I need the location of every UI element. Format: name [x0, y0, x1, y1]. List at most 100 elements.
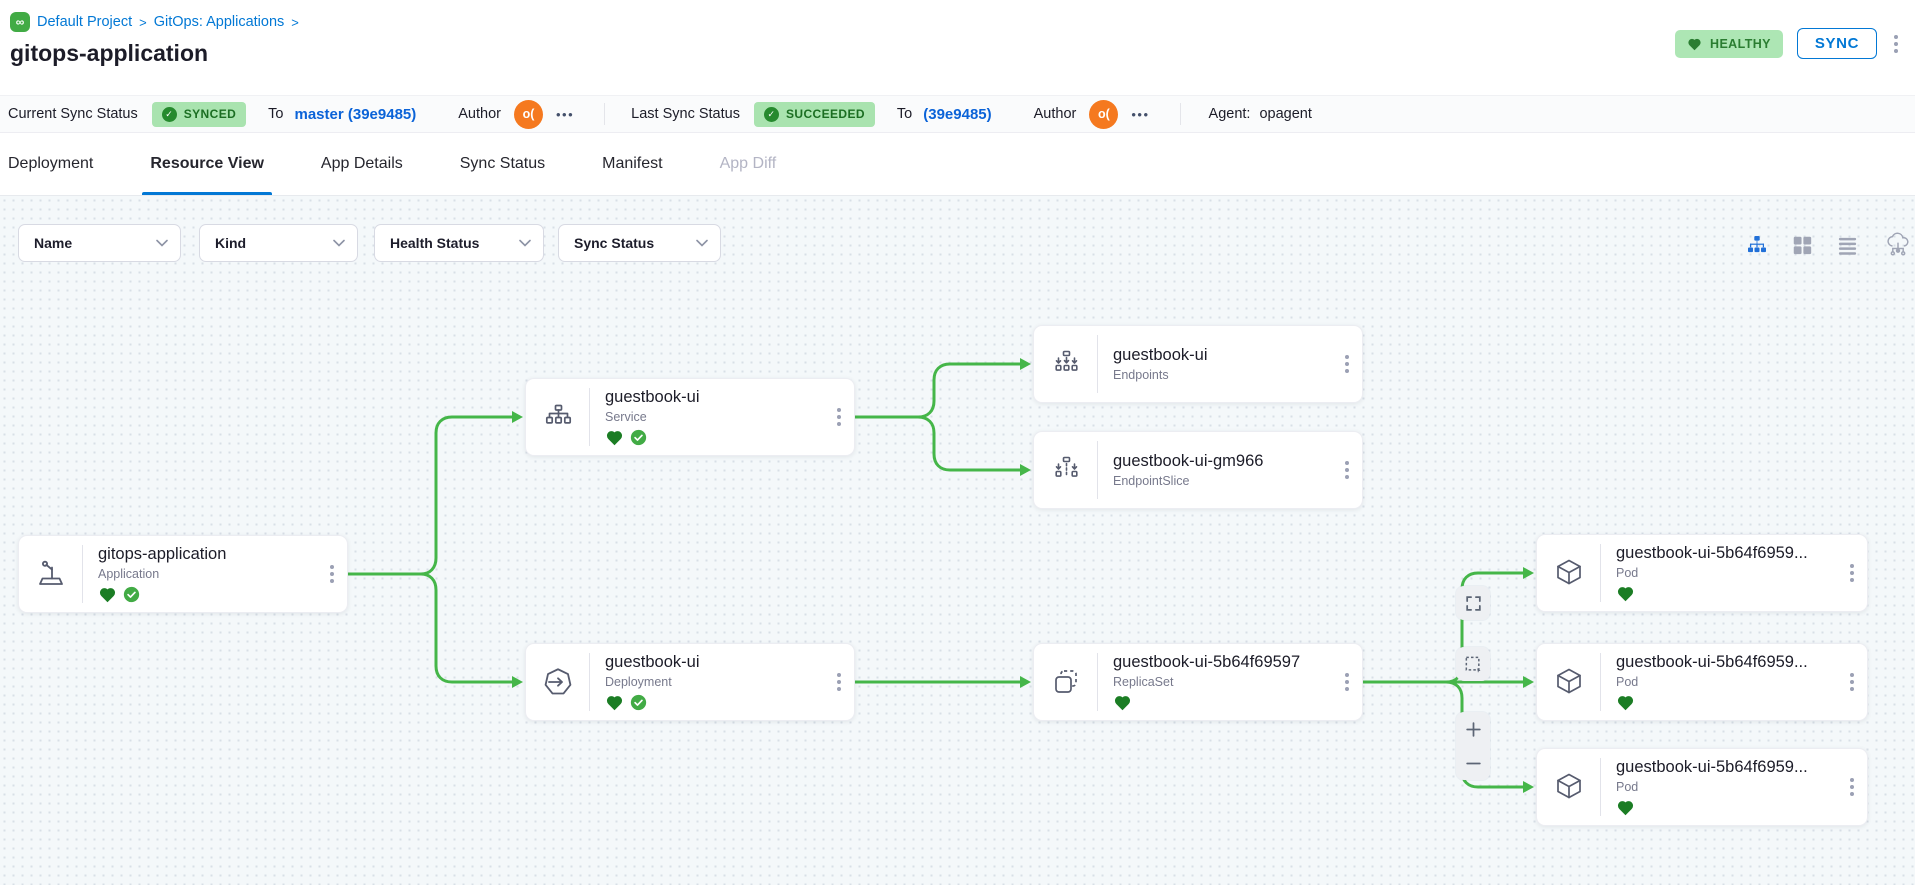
tab-app-diff: App Diff [720, 133, 777, 195]
graph-node-application[interactable]: gitops-application Application [18, 535, 348, 613]
endpointslice-kind-icon [1034, 441, 1098, 499]
current-author-label: Author [458, 106, 501, 122]
node-title: guestbook-ui [605, 388, 824, 407]
check-circle-icon: ✓ [162, 107, 177, 122]
tab-deployment[interactable]: Deployment [8, 133, 93, 195]
healthy-heart-icon [605, 429, 624, 446]
node-title: guestbook-ui-5b64f6959... [1616, 544, 1837, 563]
tab-bar: Deployment Resource View App Details Syn… [0, 133, 1915, 196]
filter-sync-status-dropdown[interactable]: Sync Status [558, 224, 721, 262]
health-badge-label: HEALTHY [1710, 37, 1771, 51]
node-status-row [605, 429, 824, 447]
last-more-button[interactable]: ••• [1131, 107, 1149, 122]
cloud-view-icon[interactable] [1885, 232, 1911, 258]
node-menu-button[interactable] [1341, 351, 1353, 377]
tree-view-icon[interactable] [1744, 232, 1770, 258]
sync-button[interactable]: SYNC [1797, 28, 1877, 59]
node-title: guestbook-ui-5b64f69597 [1113, 653, 1332, 672]
node-menu-button[interactable] [1846, 669, 1858, 695]
node-kind: Pod [1616, 780, 1837, 794]
healthy-heart-icon [1113, 694, 1132, 711]
node-menu-button[interactable] [1341, 669, 1353, 695]
divider [604, 103, 605, 125]
synced-check-icon [123, 586, 140, 603]
chevron-down-icon [519, 239, 531, 247]
node-kind: EndpointSlice [1113, 474, 1332, 488]
node-menu-button[interactable] [833, 669, 845, 695]
node-menu-button[interactable] [1846, 560, 1858, 586]
node-menu-button[interactable] [326, 561, 338, 587]
node-title: guestbook-ui [605, 653, 824, 672]
graph-node-service[interactable]: guestbook-ui Service [525, 378, 855, 456]
grid-view-icon[interactable] [1789, 232, 1815, 258]
node-kind: ReplicaSet [1113, 675, 1332, 689]
current-more-button[interactable]: ••• [556, 107, 574, 122]
last-author-avatar[interactable]: o( [1089, 100, 1118, 129]
healthy-heart-icon [1616, 694, 1635, 711]
node-menu-button[interactable] [1341, 457, 1353, 483]
chevron-down-icon [696, 239, 708, 247]
fullscreen-icon [1464, 594, 1483, 613]
filter-name-dropdown[interactable]: Name [18, 224, 181, 262]
pod-kind-icon [1537, 653, 1601, 711]
current-target-revision-link[interactable]: master (39e9485) [295, 106, 417, 123]
node-title: gitops-application [98, 545, 317, 564]
synced-check-icon [630, 429, 647, 446]
resource-graph-canvas[interactable]: Name Kind Health Status Sync Status [0, 196, 1915, 885]
app-menu-button[interactable] [1891, 31, 1901, 57]
current-author-avatar[interactable]: o( [514, 100, 543, 129]
current-to-label: To [268, 106, 283, 122]
tab-resource-view[interactable]: Resource View [150, 133, 264, 195]
node-menu-button[interactable] [833, 404, 845, 430]
tab-app-details[interactable]: App Details [321, 133, 403, 195]
sync-status-bar: Current Sync Status ✓ SYNCED To master (… [0, 95, 1915, 133]
check-circle-icon: ✓ [764, 107, 779, 122]
graph-node-pod-1[interactable]: guestbook-ui-5b64f6959... Pod [1536, 534, 1868, 612]
graph-node-endpoints[interactable]: guestbook-ui Endpoints [1033, 325, 1363, 403]
breadcrumb-applications-link[interactable]: GitOps: Applications [154, 14, 285, 30]
graph-node-pod-2[interactable]: guestbook-ui-5b64f6959... Pod [1536, 643, 1868, 721]
last-sync-badge: ✓ SUCCEEDED [754, 102, 875, 127]
node-status-row [98, 586, 317, 604]
filter-health-status-dropdown[interactable]: Health Status [374, 224, 544, 262]
healthy-heart-icon [1616, 585, 1635, 602]
node-title: guestbook-ui [1113, 346, 1332, 365]
breadcrumb-project-link[interactable]: Default Project [37, 14, 132, 30]
last-author-label: Author [1034, 106, 1077, 122]
synced-check-icon [630, 694, 647, 711]
graph-node-deployment[interactable]: guestbook-ui Deployment [525, 643, 855, 721]
zoom-in-button[interactable] [1456, 712, 1490, 746]
application-kind-icon [19, 545, 83, 603]
breadcrumb-separator: > [291, 15, 299, 30]
marquee-select-button[interactable] [1456, 647, 1490, 681]
node-menu-button[interactable] [1846, 774, 1858, 800]
last-sync-label: Last Sync Status [631, 106, 740, 122]
node-status-row [1113, 694, 1332, 712]
current-sync-badge: ✓ SYNCED [152, 102, 246, 127]
graph-node-endpointslice[interactable]: guestbook-ui-gm966 EndpointSlice [1033, 431, 1363, 509]
agent-label: Agent: [1209, 106, 1251, 122]
node-kind: Pod [1616, 675, 1837, 689]
divider [1180, 103, 1181, 125]
zoom-controls [1456, 712, 1490, 780]
node-status-row [605, 694, 824, 712]
agent-value: opagent [1259, 106, 1311, 122]
fullscreen-button[interactable] [1456, 586, 1490, 620]
healthy-heart-icon [1616, 799, 1635, 816]
tab-sync-status[interactable]: Sync Status [460, 133, 545, 195]
graph-node-pod-3[interactable]: guestbook-ui-5b64f6959... Pod [1536, 748, 1868, 826]
node-kind: Pod [1616, 566, 1837, 580]
service-kind-icon [526, 388, 590, 446]
list-view-icon[interactable] [1834, 232, 1860, 258]
graph-node-replicaset[interactable]: guestbook-ui-5b64f69597 ReplicaSet [1033, 643, 1363, 721]
last-target-revision-link[interactable]: (39e9485) [923, 106, 991, 123]
tab-manifest[interactable]: Manifest [602, 133, 662, 195]
plus-icon [1464, 720, 1483, 739]
health-status-badge: HEALTHY [1675, 30, 1783, 58]
node-kind: Application [98, 567, 317, 581]
healthy-heart-icon [98, 586, 117, 603]
filter-kind-dropdown[interactable]: Kind [199, 224, 358, 262]
deployment-kind-icon [526, 653, 590, 711]
zoom-out-button[interactable] [1456, 746, 1490, 780]
chevron-down-icon [156, 239, 168, 247]
